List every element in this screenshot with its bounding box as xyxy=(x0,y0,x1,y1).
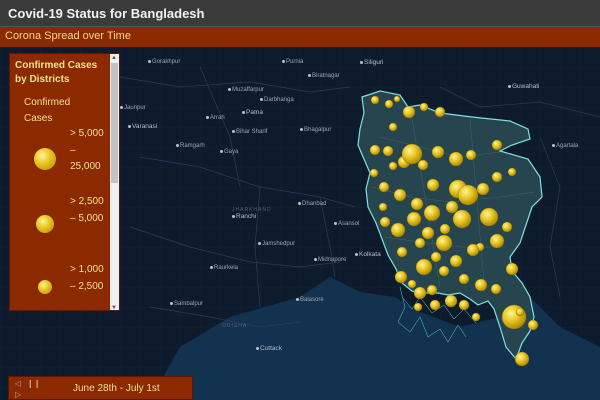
play-icon[interactable]: ▷ xyxy=(15,390,21,399)
region-odisha: ODISHA xyxy=(222,323,248,329)
place-jaunpur: Jaunpur xyxy=(120,105,146,111)
place-ranchi: Ranchi xyxy=(232,213,256,220)
place-agartala: Agartala xyxy=(552,143,578,149)
legend-subtitle: Confirmed Cases xyxy=(24,97,71,124)
region-jharkhand: JHARKHAND xyxy=(232,207,272,213)
place-siliguri: Siliguri xyxy=(360,59,384,66)
place-gorakhpur: Gorakhpur xyxy=(148,59,180,65)
place-arrah: Arrah xyxy=(206,115,225,121)
place-sambalpur: Sambalpur xyxy=(170,301,203,307)
place-patna: Patna xyxy=(242,109,263,116)
place-varanasi: Varanasi xyxy=(128,123,157,130)
place-cuttack: Cuttack xyxy=(256,345,282,352)
map-subtitle: Corona Spread over Time xyxy=(5,30,131,42)
app-header: Covid-19 Status for Bangladesh xyxy=(0,0,600,27)
place-bhagalpur: Bhagalpur xyxy=(300,127,331,133)
legend-entry-label: > 5,000 – 25,000 xyxy=(70,128,104,172)
pause-icon[interactable]: ❙❙ xyxy=(27,379,40,388)
scroll-down-icon[interactable]: ▼ xyxy=(111,305,117,310)
place-darbhanga: Darbhanga xyxy=(260,97,294,103)
place-raurkela: Raurkela xyxy=(210,265,238,271)
medium-bubble-icon xyxy=(36,215,54,233)
legend-scrollbar[interactable]: ▲ ▼ xyxy=(110,54,119,310)
place-guwahati: Guwahati xyxy=(508,83,539,90)
small-bubble-icon xyxy=(38,280,52,294)
place-dhanbad: Dhanbad xyxy=(298,201,326,207)
place-kolkata: Kolkata xyxy=(355,251,381,258)
place-muzaffarpur: Muzaffarpur xyxy=(228,87,264,93)
time-range-label: June 28th - July 1st xyxy=(73,383,160,394)
place-gaya: Gaya xyxy=(220,149,238,155)
subtitle-bar: Corona Spread over Time xyxy=(0,27,600,47)
legend-entry-label: > 1,000 – 2,500 xyxy=(70,264,104,292)
place-purnia: Purnia xyxy=(282,59,303,65)
scroll-up-icon[interactable]: ▲ xyxy=(111,55,117,61)
place-biratnagar: Biratnagar xyxy=(308,73,340,79)
place-midnapore: Midnapore xyxy=(314,257,346,263)
page-title: Covid-19 Status for Bangladesh xyxy=(8,6,205,21)
step-back-icon[interactable]: ◁ xyxy=(15,379,21,388)
scroll-thumb[interactable] xyxy=(111,63,118,183)
legend-title: Confirmed Cases by Districts xyxy=(15,60,98,85)
large-bubble-icon xyxy=(34,148,56,170)
place-asansol: Asansol xyxy=(334,221,359,227)
legend-panel[interactable]: Confirmed Cases by Districts Confirmed C… xyxy=(9,53,120,311)
legend-entry-label: > 2,500 – 5,000 xyxy=(70,196,104,224)
place-ramgarh: Ramgarh xyxy=(176,143,205,149)
time-slider-bar[interactable]: ◁ ❙❙ ▷ June 28th - July 1st xyxy=(8,376,193,400)
place-jamshedpur: Jamshedpur xyxy=(258,241,295,247)
place-bihar-sharif: Bihar Sharif xyxy=(232,129,267,135)
place-balasore: Balasore xyxy=(296,297,324,303)
